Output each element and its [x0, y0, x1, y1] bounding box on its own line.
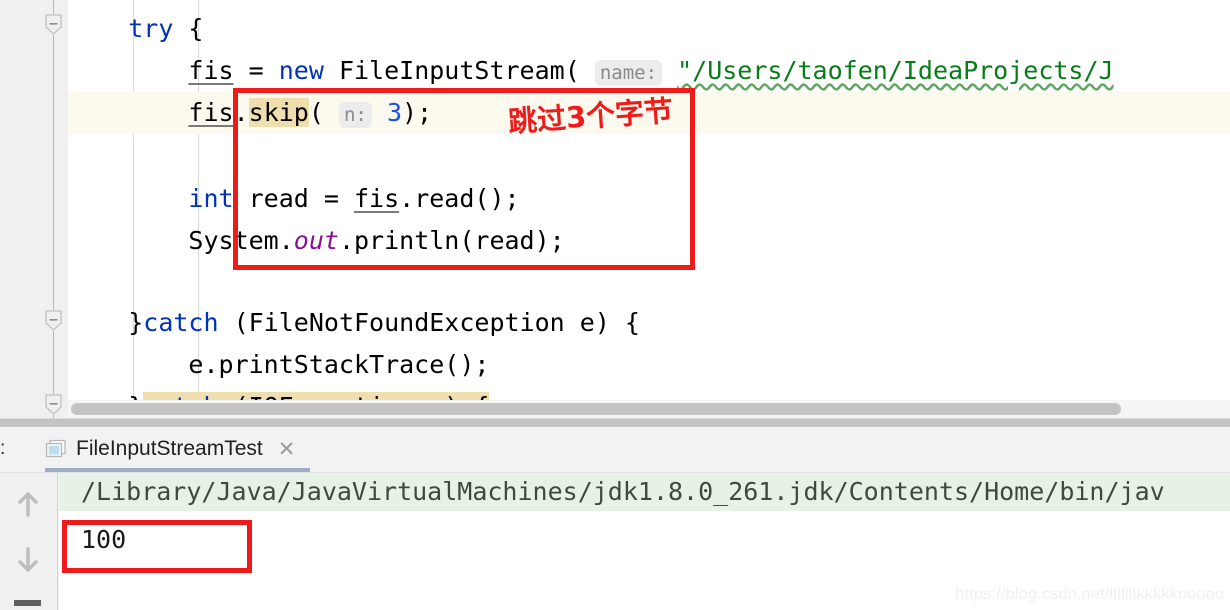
run-tool-window: : FileInputStreamTest ✕ /Library/Java/Ja…	[0, 427, 1230, 610]
console-tab-fileinputstreamtest[interactable]: FileInputStreamTest ✕	[45, 427, 295, 471]
console-tab-active-underline	[45, 468, 310, 472]
code-token: read =	[233, 184, 354, 213]
console-window-icon	[45, 439, 67, 459]
console-tab-strip: : FileInputStreamTest ✕	[0, 427, 1230, 473]
code-token: .println(read);	[338, 226, 565, 255]
code-token: new	[278, 56, 324, 85]
line-blank-1[interactable]	[68, 134, 1230, 176]
toolbar-extra-icon[interactable]	[14, 600, 41, 606]
arrow-down-icon[interactable]	[13, 545, 43, 575]
line-new-fis[interactable]: fis = new FileInputStream( name: "/Users…	[68, 50, 1230, 92]
code-token: .read();	[399, 184, 520, 213]
code-token: fis	[354, 184, 400, 213]
fold-marker-catch-io[interactable]	[45, 394, 62, 415]
console-result-line: 100	[81, 525, 127, 554]
code-token: System.	[188, 226, 294, 255]
code-token: try	[128, 14, 174, 43]
code-token: (	[308, 98, 324, 127]
code-token: {	[173, 14, 204, 43]
line-blank-2[interactable]	[68, 262, 1230, 304]
fold-region-line	[53, 0, 54, 418]
line-try[interactable]: try {	[68, 8, 1230, 50]
code-token: skip	[248, 98, 309, 127]
editor-text-area[interactable]: try { fis = new FileInputStream( name: "…	[68, 0, 1230, 418]
panel-splitter[interactable]	[0, 418, 1230, 427]
line-catch-fnf[interactable]: }catch (FileNotFoundException e) {	[68, 302, 1230, 344]
code-token: FileInputStream(	[323, 56, 580, 85]
code-token: .	[233, 98, 249, 127]
code-token: 3	[386, 98, 402, 127]
code-token: (FileNotFoundException e) {	[218, 308, 640, 337]
line-println[interactable]: System.out.println(read);	[68, 220, 1230, 262]
console-toolbar	[0, 473, 58, 610]
code-token: fis	[188, 98, 234, 127]
code-token: }	[68, 308, 144, 337]
editor-annotation-gutter[interactable]	[0, 0, 38, 418]
editor-horizontal-scrollbar-thumb[interactable]	[71, 403, 1121, 415]
code-token: name:	[594, 60, 663, 86]
code-token: int	[188, 184, 234, 213]
code-editor[interactable]: try { fis = new FileInputStream( name: "…	[0, 0, 1230, 418]
close-icon[interactable]: ✕	[278, 439, 296, 460]
code-token: catch	[143, 308, 219, 337]
fold-marker-try[interactable]	[45, 14, 62, 35]
code-token: out	[293, 226, 339, 255]
console-command-line: /Library/Java/JavaVirtualMachines/jdk1.8…	[59, 473, 1230, 511]
code-token: fis	[188, 56, 234, 85]
tab-strip-prefix: :	[0, 438, 6, 459]
code-token: );	[402, 98, 433, 127]
code-token: =	[233, 56, 279, 85]
line-printstacktrace[interactable]: e.printStackTrace();	[68, 344, 1230, 386]
line-read[interactable]: int read = fis.read();	[68, 178, 1230, 220]
code-token: e.printStackTrace();	[68, 350, 490, 379]
code-token: "/Users/taofen/IdeaProjects/J	[677, 56, 1114, 85]
arrow-up-icon[interactable]	[13, 489, 43, 519]
editor-folding-gutter[interactable]	[38, 0, 68, 418]
console-tab-label: FileInputStreamTest	[76, 437, 263, 460]
editor-horizontal-scrollbar[interactable]	[68, 400, 1230, 418]
code-token: n:	[338, 102, 372, 128]
fold-marker-catch[interactable]	[45, 310, 62, 331]
watermark: https://blog.csdn.net/lllllllkkkkkooooo	[955, 586, 1224, 603]
